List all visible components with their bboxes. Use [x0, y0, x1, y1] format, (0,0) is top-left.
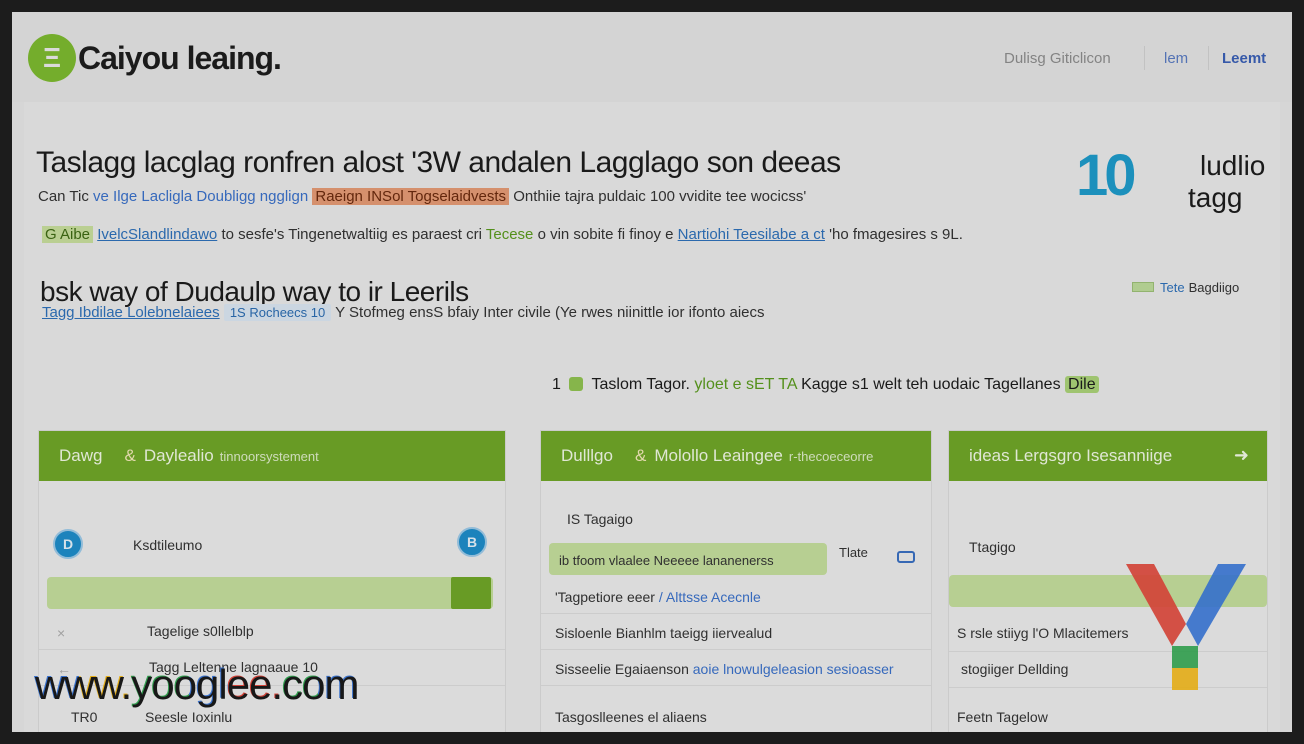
intro-line-3: Tagg Ibdilae Lolebnelaiees 1S Rocheecs 1…	[42, 304, 765, 321]
intro-green-text: Tecese	[485, 226, 534, 243]
intro-text: Y Stofmeg ensS bfaiy Inter civile (Ye rw…	[335, 304, 765, 321]
intro-text: o vin sobite fi finoy e	[537, 226, 674, 243]
row-action-button[interactable]	[451, 577, 491, 609]
status-badge: Tlate	[839, 545, 868, 560]
step-tail-badge[interactable]: Dile	[1065, 376, 1099, 393]
nav-divider	[1144, 46, 1145, 70]
list-item[interactable]: Tagelige s0llelblp	[39, 623, 505, 650]
logo-icon[interactable]: Ξ	[28, 34, 76, 82]
intro-link[interactable]: ve Ilge Lacligla Doubligg ngglign	[93, 188, 308, 205]
list-item[interactable]: Feetn Tagelow	[949, 709, 1267, 725]
intro-link[interactable]: IvelcSlandlindawo	[97, 226, 217, 243]
card-tiny-text: tinnoorsystement	[219, 448, 319, 464]
step-line: 1 Taslom Tagor. yloet e sET TA Kagge s1 …	[552, 376, 1099, 394]
ampersand-icon: &	[634, 446, 647, 465]
y-logo-watermark	[1126, 564, 1246, 690]
list-item-text: 'Tagpetiore eeer	[555, 589, 655, 605]
watermark-text: www.yooglee.com	[34, 660, 358, 708]
list-item-link[interactable]: aoie lnowulgeleasion sesioasser	[693, 661, 894, 677]
big-number: 10	[1076, 143, 1136, 208]
intro-highlight: G Aibe	[42, 226, 94, 243]
intro-pill[interactable]: 1S Rocheecs 10	[223, 304, 332, 321]
page-title: Taslagg lacglag ronfren alost '3W andale…	[36, 146, 841, 179]
nav-link-lem[interactable]: lem	[1164, 50, 1188, 67]
card-subtitle: Daylealio	[143, 446, 214, 465]
tag-swatch	[1132, 282, 1154, 292]
card-dulllgo: Dulllgo & Molollo Leaingee r-thecoeceorr…	[540, 430, 932, 732]
nav-link-leemt[interactable]: Leemt	[1222, 50, 1266, 67]
arrow-right-icon[interactable]: ➜	[1234, 445, 1249, 466]
card-icon[interactable]	[897, 551, 915, 563]
tag-chip[interactable]: Tete Bagdiigo	[1132, 276, 1268, 298]
intro-link[interactable]: Tagg Ibdilae Lolebnelaiees	[42, 304, 220, 321]
intro-text: 'ho fmagesires s 9L.	[829, 226, 963, 243]
step-number: 1	[552, 376, 561, 393]
list-item[interactable]: IS Tagaigo	[541, 511, 931, 527]
card-header[interactable]: Dulllgo & Molollo Leaingee r-thecoeceorr…	[541, 431, 931, 481]
card-title: Dulllgo	[561, 446, 613, 465]
nav-link-dulisg[interactable]: Dulisg Giticlicon	[1004, 50, 1111, 67]
ampersand-icon: &	[124, 446, 136, 465]
list-item[interactable]: Ksdtileumo	[39, 537, 505, 553]
list-item[interactable]: Seesle Ioxinlu	[39, 709, 505, 725]
list-item[interactable]: Sisseelie Egaiaenson aoie lnowulgeleasio…	[541, 661, 931, 686]
selected-row-bar[interactable]	[47, 577, 493, 609]
tag-chip-label: Bagdiigo	[1188, 279, 1240, 295]
list-item[interactable]: Sisloenle Bianhlm taeigg iiervealud	[541, 625, 931, 650]
intro-text: Onthiie tajra puldaic 100 vvidite tee wo…	[513, 188, 807, 205]
intro-link[interactable]: Nartiohi Teesilabe a ct	[678, 226, 825, 243]
card-title: Dawg	[59, 446, 103, 465]
list-item[interactable]: Ttagigo	[949, 539, 1267, 555]
nav-divider	[1208, 46, 1209, 70]
site-header: Ξ Caiyou leaing. Dulisg Giticlicon lem L…	[12, 12, 1292, 102]
step-green-text: yloet e sET TA	[694, 376, 797, 393]
intro-line-1: Can Tic ve Ilge Lacligla Doubligg ngglig…	[38, 188, 806, 205]
intro-highlight: Raeign INSol Togselaidvests	[312, 188, 510, 205]
big-number-label-1: ludlio	[1200, 150, 1266, 181]
badge-icon[interactable]: B	[457, 527, 487, 557]
list-item[interactable]: Tasgoslleenes el aliaens	[541, 709, 931, 725]
logo-text[interactable]: Caiyou leaing.	[78, 40, 282, 77]
list-item-text: Sisseelie Egaiaenson	[555, 661, 689, 677]
intro-line-2: G Aibe IvelcSlandlindawo to sesfe's Ting…	[42, 226, 963, 243]
card-tiny-text: r-thecoeceorre	[788, 448, 874, 464]
tag-chip-link[interactable]: Tete	[1160, 280, 1185, 295]
card-title: ideas Lergsgro Isesanniige	[969, 446, 1173, 465]
step-text: Taslom Tagor.	[591, 376, 690, 393]
card-header[interactable]: Dawg & Daylealio tinnoorsystement	[39, 431, 505, 481]
card-header[interactable]: ideas Lergsgro Isesanniige ➜	[949, 431, 1267, 481]
card-subtitle: Molollo Leaingee	[654, 446, 783, 465]
big-number-label-2: tagg	[1188, 182, 1243, 213]
step-text: Kagge	[801, 376, 848, 393]
app-screen: Ξ Caiyou leaing. Dulisg Giticlicon lem L…	[12, 12, 1292, 732]
watermark-url: www.yooglee.com	[34, 660, 358, 707]
step-square-icon	[569, 377, 584, 391]
intro-text: to sesfe's Tingenetwaltiig es paraest cr…	[221, 226, 482, 243]
list-item[interactable]: 'Tagpetiore eeer / Alttsse Acecnle	[541, 589, 931, 614]
intro-text: Can Tic	[38, 188, 89, 205]
list-item-link[interactable]: / Alttsse Acecnle	[659, 589, 761, 605]
step-text: s1 welt teh uodaic Tagellanes	[851, 376, 1061, 393]
